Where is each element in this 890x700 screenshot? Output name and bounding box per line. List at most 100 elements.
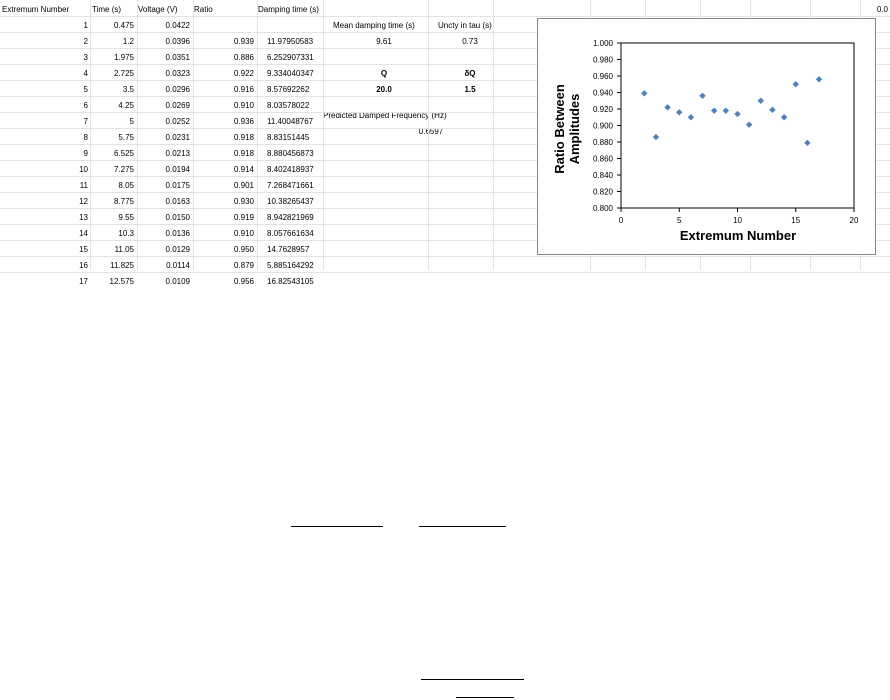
cell-damping-time[interactable]: 8.57692262 [267, 82, 309, 98]
cell-extremum-number[interactable]: 6 [2, 98, 88, 114]
cell-damping-time[interactable]: 8.402418937 [267, 162, 314, 178]
cell-damping-time[interactable]: 8.03578022 [267, 98, 309, 114]
cell-voltage[interactable]: 0.0252 [138, 114, 190, 130]
cell-time[interactable]: 10.3 [92, 226, 134, 242]
grid-row-line [0, 0, 890, 17]
cell-time[interactable]: 5.75 [92, 130, 134, 146]
cell-time[interactable]: 8.05 [92, 178, 134, 194]
cell-voltage[interactable]: 0.0351 [138, 50, 190, 66]
cell-voltage[interactable]: 0.0175 [138, 178, 190, 194]
cell-ratio[interactable]: 0.919 [194, 210, 254, 226]
cell-voltage[interactable]: 0.0296 [138, 82, 190, 98]
cell-extremum-number[interactable]: 17 [2, 274, 88, 290]
cell-voltage[interactable]: 0.0323 [138, 66, 190, 82]
cell-extremum-number[interactable]: 2 [2, 34, 88, 50]
cell-voltage[interactable]: 0.0194 [138, 162, 190, 178]
cell-time[interactable]: 3.5 [92, 82, 134, 98]
cell-extremum-number[interactable]: 1 [2, 18, 88, 34]
cell-damping-time[interactable]: 5.885164292 [267, 258, 314, 274]
cell-time[interactable]: 12.575 [92, 274, 134, 290]
cell-ratio[interactable]: 0.939 [194, 34, 254, 50]
cell-extremum-number[interactable]: 15 [2, 242, 88, 258]
cell-ratio[interactable]: 0.956 [194, 274, 254, 290]
cell-extremum-number[interactable]: 13 [2, 210, 88, 226]
cell-time[interactable]: 1.2 [92, 34, 134, 50]
cell-ratio[interactable]: 0.916 [194, 82, 254, 98]
y-tick-label: 0.880 [593, 138, 614, 147]
cell-damping-time[interactable]: 11.97950583 [267, 34, 313, 50]
cell-ratio[interactable]: 0.910 [194, 98, 254, 114]
cell-voltage[interactable]: 0.0213 [138, 146, 190, 162]
cell-extremum-number[interactable]: 10 [2, 162, 88, 178]
cell-extremum-number[interactable]: 11 [2, 178, 88, 194]
cell-extremum-number[interactable]: 5 [2, 82, 88, 98]
cell-extremum-number[interactable]: 7 [2, 114, 88, 130]
cell-damping-time[interactable]: 16.82543105 [267, 274, 314, 290]
cell-ratio[interactable]: 0.879 [194, 258, 254, 274]
cell-voltage[interactable]: 0.0422 [138, 18, 190, 34]
cell-ratio[interactable]: 0.950 [194, 242, 254, 258]
cell-ratio[interactable]: 0.922 [194, 66, 254, 82]
cell-damping-time[interactable]: 14.7628957 [267, 242, 309, 258]
cell-time[interactable]: 9.55 [92, 210, 134, 226]
cell-extremum-number[interactable]: 9 [2, 146, 88, 162]
cell-ratio[interactable]: 0.936 [194, 114, 254, 130]
cell-damping-time[interactable]: 10.38265437 [267, 194, 314, 210]
cell-extremum-number[interactable]: 8 [2, 130, 88, 146]
data-point-marker [676, 109, 683, 116]
cell-time[interactable]: 11.05 [92, 242, 134, 258]
cell-extremum-number[interactable]: 16 [2, 258, 88, 274]
cell-voltage[interactable]: 0.0136 [138, 226, 190, 242]
data-point-marker [757, 97, 764, 104]
cell-ratio[interactable]: 0.914 [194, 162, 254, 178]
cell-time[interactable]: 0.475 [92, 18, 134, 34]
cell-ratio[interactable]: 0.930 [194, 194, 254, 210]
cell-time[interactable]: 8.775 [92, 194, 134, 210]
cell-damping-time[interactable]: 8.057661634 [267, 226, 314, 242]
cell-damping-time[interactable]: 8.880456873 [267, 146, 314, 162]
cell-voltage[interactable]: 0.0129 [138, 242, 190, 258]
data-point-marker [734, 110, 741, 118]
y-tick-label: 0.820 [593, 188, 614, 197]
cell-damping-time[interactable]: 8.83151445 [267, 130, 309, 146]
data-point-marker [664, 104, 671, 111]
cell-extremum-number[interactable]: 14 [2, 226, 88, 242]
cell-voltage[interactable]: 0.0150 [138, 210, 190, 226]
cell-extremum-number[interactable]: 12 [2, 194, 88, 210]
chart-x-axis-label: Extremum Number [680, 228, 796, 243]
cell-voltage[interactable]: 0.0231 [138, 130, 190, 146]
grid-column-line [428, 0, 429, 270]
cell-time[interactable]: 1.975 [92, 50, 134, 66]
cell-damping-time[interactable]: 11.40048767 [267, 114, 313, 130]
y-tick-label: 0.900 [593, 122, 614, 131]
cell-ratio[interactable] [194, 18, 254, 34]
cell-time[interactable]: 11.825 [92, 258, 134, 274]
cell-voltage[interactable]: 0.0396 [138, 34, 190, 50]
cell-damping-time[interactable]: 6.252907331 [267, 50, 314, 66]
cell-damping-time[interactable]: 7.268471661 [267, 178, 314, 194]
ratio-scatter-chart[interactable]: Ratio BetweenAmplitudes Extremum Number … [537, 18, 876, 255]
cell-time[interactable]: 5 [92, 114, 134, 130]
cell-time[interactable]: 7.275 [92, 162, 134, 178]
cell-voltage[interactable]: 0.0109 [138, 274, 190, 290]
y-tick-label: 1.000 [593, 39, 614, 48]
cell-time[interactable]: 6.525 [92, 146, 134, 162]
cell-time[interactable]: 2.725 [92, 66, 134, 82]
cell-voltage[interactable]: 0.0269 [138, 98, 190, 114]
cell-ratio[interactable]: 0.910 [194, 226, 254, 242]
cell-ratio[interactable]: 0.918 [194, 130, 254, 146]
x-tick-label: 20 [850, 216, 859, 225]
cell-damping-time[interactable]: 8.942821969 [267, 210, 314, 226]
cell-ratio[interactable]: 0.918 [194, 146, 254, 162]
cell-ratio[interactable]: 0.886 [194, 50, 254, 66]
cell-voltage[interactable]: 0.0163 [138, 194, 190, 210]
cell-voltage[interactable]: 0.0114 [138, 258, 190, 274]
cell-damping-time[interactable]: 9.334040347 [267, 66, 314, 82]
cell-time[interactable]: 4.25 [92, 98, 134, 114]
cell-ratio[interactable]: 0.901 [194, 178, 254, 194]
data-point-marker [815, 76, 823, 83]
data-point-marker [652, 133, 660, 141]
cell-extremum-number[interactable]: 3 [2, 50, 88, 66]
cell-extremum-number[interactable]: 4 [2, 66, 88, 82]
data-point-marker [722, 107, 730, 114]
